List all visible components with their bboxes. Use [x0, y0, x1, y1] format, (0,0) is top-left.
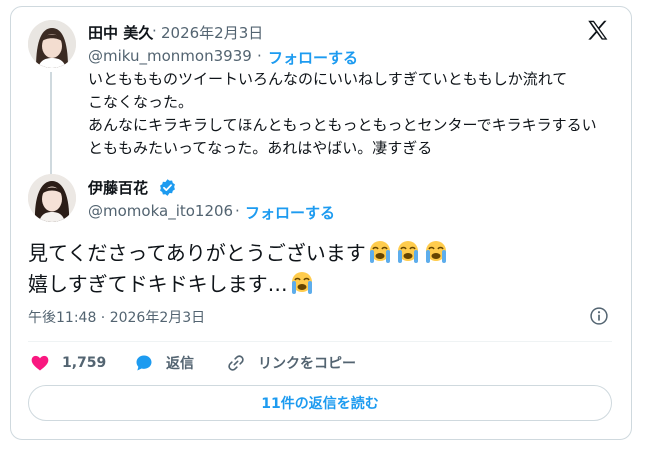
tweet-text-line-2: 嬉しすぎてドキドキします… — [28, 269, 588, 300]
link-icon — [228, 355, 244, 371]
quoted-date[interactable]: 2026年2月3日 — [161, 22, 263, 43]
verified-badge-icon — [160, 179, 175, 196]
reply-button[interactable]: 返信 — [134, 348, 194, 378]
quoted-text-line: とももみたいってなった。あれはやばい。凄すぎる — [88, 139, 433, 157]
quoted-text-line: いとももものツイートいろんなのにいいねしすぎていとももしか流れて — [88, 70, 568, 88]
quoted-handle-separator: · — [257, 47, 262, 65]
crying-face-icon — [291, 272, 312, 294]
crying-face-icon — [369, 241, 390, 263]
author-display-name[interactable]: 伊藤百花 — [88, 177, 148, 198]
divider — [28, 341, 612, 342]
heart-icon — [31, 355, 49, 371]
quoted-avatar[interactable] — [28, 20, 76, 68]
reply-label: 返信 — [166, 356, 194, 372]
tweet-text-line-2-content: 嬉しすぎてドキドキします… — [28, 272, 288, 296]
tweet-text-line-1: 見てくださってありがとうございます — [28, 238, 588, 269]
x-logo-icon[interactable] — [585, 18, 611, 44]
quoted-separator: · — [152, 22, 157, 40]
tweet-timestamp[interactable]: 午後11:48 · 2026年2月3日 — [28, 307, 205, 327]
author-follow-button[interactable]: フォローする — [245, 202, 335, 223]
quoted-text-line: あんなにキラキラしてほんともっともっともっとセンターでキラキラするい — [88, 116, 597, 134]
crying-face-icon — [397, 241, 418, 263]
thread-connector — [50, 72, 52, 175]
quoted-handle[interactable]: @miku_monmon3939 — [88, 47, 252, 65]
info-icon[interactable] — [589, 306, 609, 326]
quoted-follow-button[interactable]: フォローする — [268, 47, 358, 68]
crying-face-icon — [425, 241, 446, 263]
copy-link-label: リンクをコピー — [258, 356, 356, 372]
quoted-text-line: こなくなった。 — [88, 93, 194, 111]
reply-bubble-icon — [136, 355, 152, 371]
tweet-text: 見てくださってありがとうございます 嬉しすぎてドキドキします… — [28, 238, 588, 300]
author-handle-separator: · — [235, 202, 240, 220]
like-count: 1,759 — [62, 355, 107, 371]
tweet-text-line-1-content: 見てくださってありがとうございます — [28, 241, 366, 265]
quoted-tweet-text: いとももものツイートいろんなのにいいねしすぎていとももしか流れて こなくなった。… — [88, 68, 618, 160]
quoted-display-name[interactable]: 田中 美久 — [88, 22, 153, 43]
like-button[interactable]: 1,759 — [30, 348, 106, 378]
author-avatar[interactable] — [28, 174, 76, 222]
read-replies-button[interactable]: 11件の返信を読む — [28, 385, 612, 421]
author-handle[interactable]: @momoka_ito1206 — [88, 202, 233, 220]
copy-link-button[interactable]: リンクをコピー — [226, 348, 356, 378]
